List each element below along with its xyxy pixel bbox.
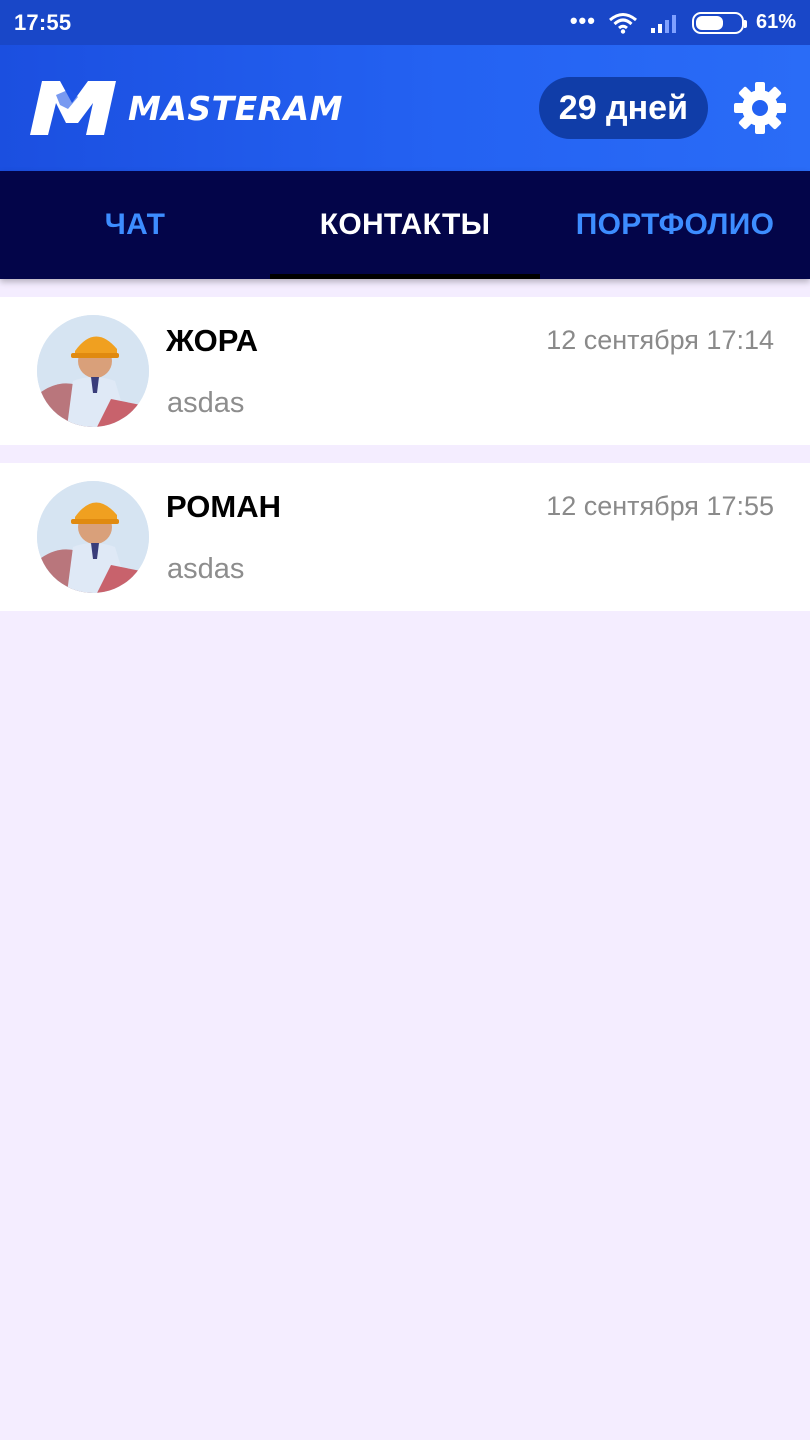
tab-portfolio[interactable]: ПОРТФОЛИО bbox=[540, 171, 810, 279]
contact-row-roman[interactable]: РОМАН 12 сентября 17:55 asdas bbox=[0, 463, 810, 611]
signal-icon bbox=[650, 12, 680, 34]
contact-name: ЖОРА bbox=[166, 323, 259, 358]
avatar bbox=[37, 481, 149, 593]
header-actions: 29 дней bbox=[538, 77, 788, 139]
contact-name: РОМАН bbox=[166, 489, 281, 524]
app-logo: MASTERAM bbox=[26, 79, 343, 137]
last-message: asdas bbox=[167, 553, 245, 585]
battery-percent: 61% bbox=[755, 11, 796, 33]
contact-row-zhora[interactable]: ЖОРА 12 сентября 17:14 asdas bbox=[0, 297, 810, 445]
tab-contacts[interactable]: КОНТАКТЫ bbox=[270, 171, 540, 279]
contact-list: ЖОРА 12 сентября 17:14 asdas РОМАН 12 се… bbox=[0, 297, 810, 629]
status-time: 17:55 bbox=[14, 9, 72, 35]
status-bar: 17:55 ••• 61% bbox=[0, 0, 810, 45]
logo-mark-icon bbox=[26, 79, 120, 137]
battery-tip bbox=[743, 19, 747, 28]
battery-level bbox=[695, 15, 723, 30]
tab-bar: ЧАТ КОНТАКТЫ ПОРТФОЛИО bbox=[0, 171, 810, 279]
app-header: MASTERAM 29 дней bbox=[0, 45, 810, 171]
more-dots-icon: ••• bbox=[569, 7, 596, 33]
status-icons: ••• 61% bbox=[569, 7, 796, 34]
logo-text: MASTERAM bbox=[128, 88, 343, 128]
contact-timestamp: 12 сентября 17:14 bbox=[546, 325, 774, 355]
contact-timestamp: 12 сентября 17:55 bbox=[546, 491, 774, 521]
last-message: asdas bbox=[167, 387, 245, 419]
gear-icon[interactable] bbox=[732, 80, 788, 136]
avatar bbox=[37, 315, 149, 427]
days-remaining-badge[interactable]: 29 дней bbox=[538, 77, 708, 139]
battery-icon bbox=[691, 11, 747, 34]
tab-chat[interactable]: ЧАТ bbox=[0, 171, 270, 279]
wifi-icon bbox=[608, 12, 638, 34]
